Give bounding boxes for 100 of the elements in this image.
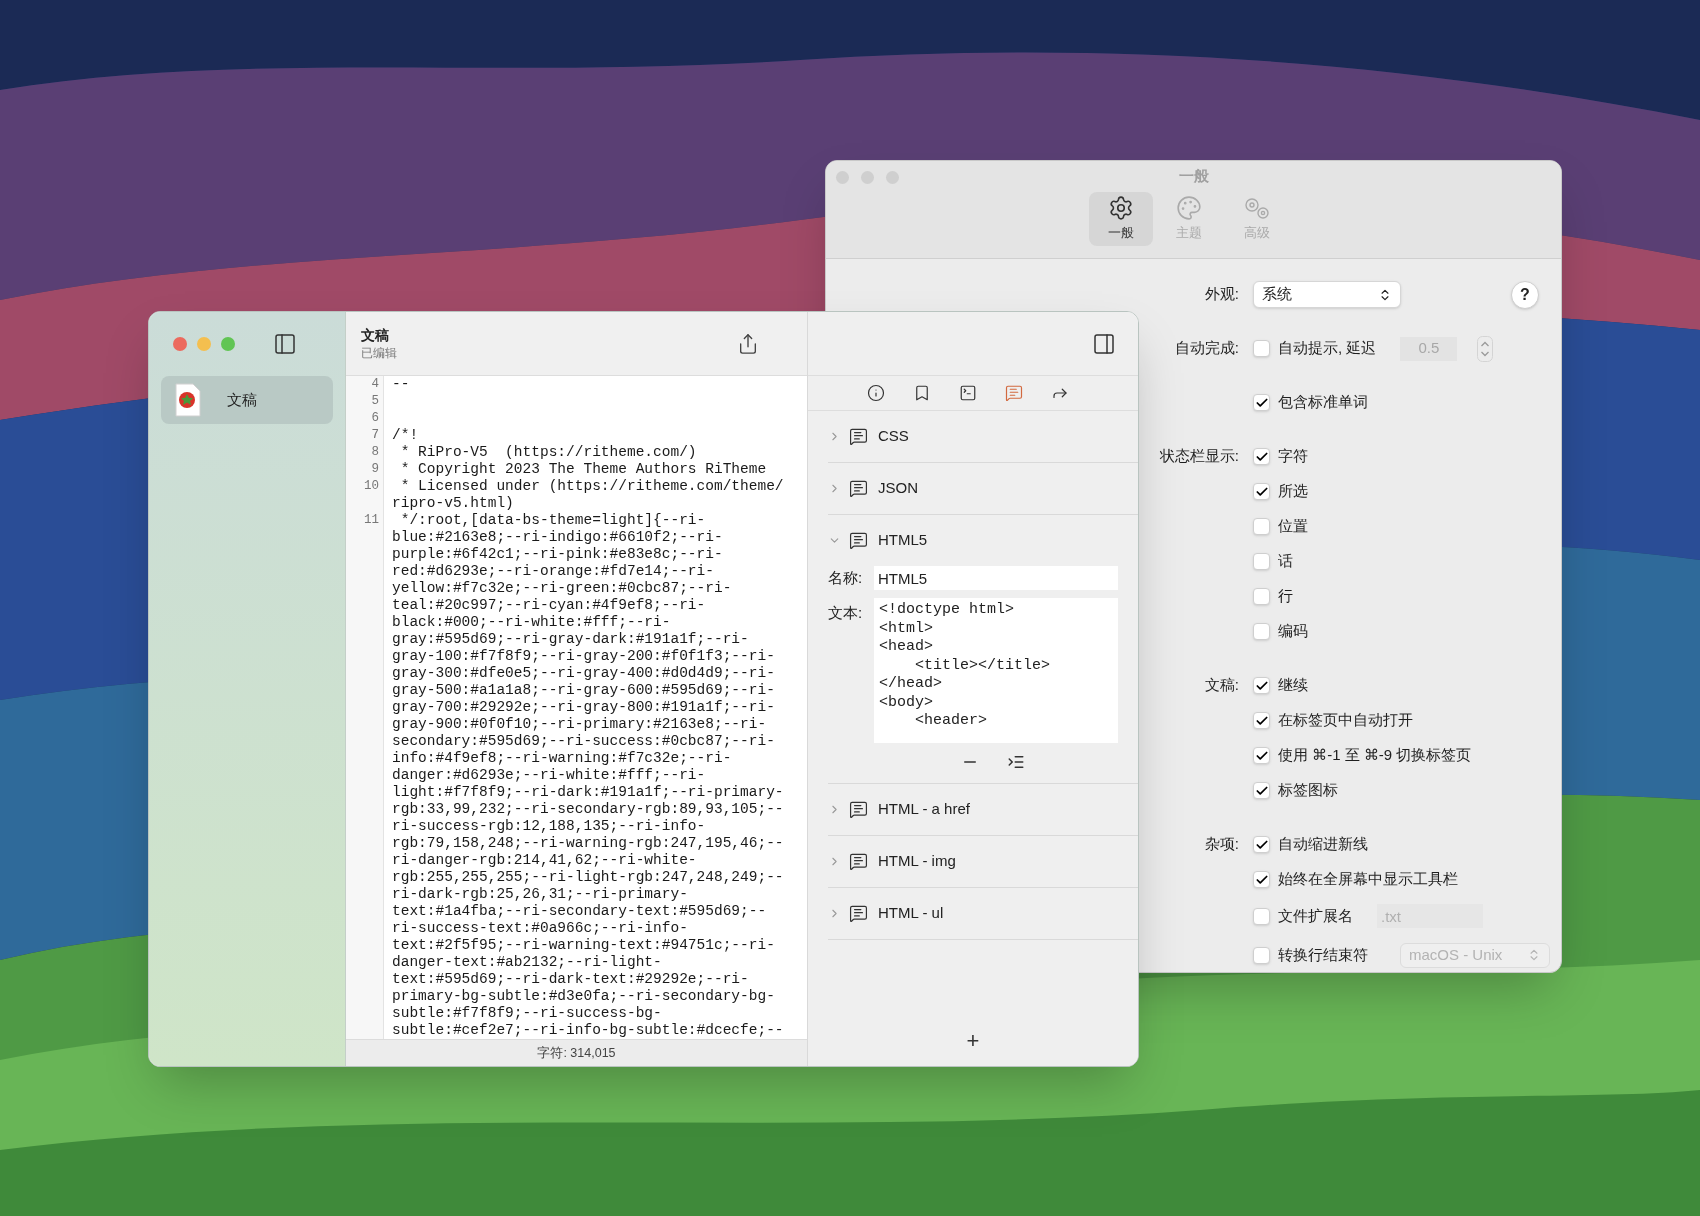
code-line: gray-100:#f7f8f9;--ri-gray-200:#f0f1f3;--ri-	[392, 648, 775, 665]
snippet-row[interactable]: HTML - a href	[828, 784, 1138, 835]
checkbox-label: 标签图标	[1278, 780, 1338, 801]
code-line: gray-700:#29292e;--ri-gray-800:#191a1f;--ri-	[392, 699, 775, 716]
code-line: rgb:33,99,232;--ri-secondary-rgb:89,93,105;--	[392, 801, 784, 818]
checkbox[interactable]	[1253, 782, 1270, 799]
sidebar-item[interactable]: 文稿	[161, 376, 333, 424]
code-line: * RiPro-V5 (https://ritheme.com/)	[399, 444, 697, 461]
code-line: ripro-v5.html)	[392, 495, 514, 512]
code-line: * Licensed under (https://ritheme.com/theme/	[399, 478, 784, 495]
checkbox[interactable]	[1253, 712, 1270, 729]
checkbox-label: 编码	[1278, 621, 1308, 642]
speech-bubble-icon	[1005, 384, 1023, 402]
code-line: --	[392, 376, 410, 393]
setting-label: 自动完成:	[1174, 338, 1239, 359]
terminal-icon	[959, 384, 977, 402]
palette-icon	[1175, 194, 1202, 221]
snippet-row[interactable]: HTML - ul	[828, 888, 1138, 939]
code-line: gray-900:#0f0f10;--ri-primary:#2163e8;--ri-	[392, 716, 767, 733]
indent-icon[interactable]	[1007, 753, 1025, 771]
speech-bubble-icon	[849, 852, 868, 871]
checkbox-label: 转换行结束符	[1278, 944, 1368, 965]
checkbox-label: 使用 ⌘-1 至 ⌘-9 切换标签页	[1278, 745, 1472, 766]
share-icon[interactable]	[737, 332, 759, 355]
code-line: teal:#20c997;--ri-cyan:#4f9ef8;--ri-	[392, 597, 706, 614]
text-label: 文本:	[828, 603, 864, 623]
line-number: 4	[371, 377, 379, 391]
checkbox[interactable]	[1253, 946, 1270, 964]
code-line: yellow:#f7c32e;--ri-green:#0cbc87;--ri-	[392, 580, 732, 597]
line-number: 9	[371, 462, 379, 476]
checkbox-label: 话	[1278, 551, 1293, 572]
checkbox[interactable]	[1253, 483, 1270, 500]
window-title: 一般	[1178, 166, 1209, 186]
code-line: danger-text:#ab2132;--ri-light-	[392, 954, 662, 971]
code-line: ri-danger-rgb:214,41,62;--ri-white-	[392, 852, 697, 869]
checkbox[interactable]	[1253, 394, 1270, 411]
sidebar-toggle-icon[interactable]	[273, 332, 297, 356]
code-line: rgb:79,158,248;--ri-warning-rgb:247,195,46;--	[392, 835, 784, 852]
code-line: gray-300:#dfe0e5;--ri-gray-400:#d0d4d9;--ri-	[392, 665, 775, 682]
checkbox-label: 自动缩进新线	[1278, 834, 1368, 855]
checkbox[interactable]	[1253, 747, 1270, 764]
info-icon	[867, 384, 885, 402]
name-label: 名称:	[828, 567, 864, 588]
code-line: gray-500:#a1a1a8;--ri-gray-600:#595d69;--ri-	[392, 682, 775, 699]
checkbox[interactable]	[1253, 340, 1270, 357]
code-line: * Copyright 2023 The Theme Authors RiTheme	[399, 461, 767, 478]
bookmark-icon	[913, 384, 931, 402]
character-count: 字符: 314,015	[537, 1044, 616, 1062]
code-line: gray:#595d69;--ri-gray-dark:#191a1f;--ri-	[392, 631, 749, 648]
add-button[interactable]: +	[966, 1030, 980, 1052]
code-line: secondary:#595d69;--ri-success:#0cbc87;--ri-	[392, 733, 775, 750]
setting-label: 状态栏显示:	[1159, 446, 1239, 467]
document-title: 文稿	[361, 325, 390, 344]
code-line: text:#595d69;--ri-dark-text:#29292e;--ri-	[392, 971, 749, 988]
line-number: 7	[371, 428, 379, 442]
code-line: subtle:#f7f8f9;--ri-success-bg-	[392, 1005, 662, 1022]
code-line: blue:#2163e8;--ri-indigo:#6610f2;--ri-	[392, 529, 723, 546]
code-line: /*!	[392, 427, 419, 444]
document-icon	[175, 383, 201, 417]
code-line: */:root,[data-bs-theme=light]{--ri-	[399, 512, 706, 529]
code-line: text:#1a4fba;--ri-secondary-text:#595d69;--	[392, 903, 767, 920]
code-line: light:#f7f8f9;--ri-dark:#191a1f;--ri-primary-	[392, 784, 784, 801]
checkbox[interactable]	[1253, 871, 1270, 888]
appearance-popup[interactable]: 系统	[1253, 281, 1401, 308]
checkbox-label: 始终在全屏幕中显示工具栏	[1278, 869, 1458, 890]
name-field[interactable]: HTML5	[874, 566, 1118, 590]
snippet-row[interactable]: CSS	[828, 411, 1138, 462]
speech-bubble-icon	[849, 427, 868, 446]
inspector-toggle-icon[interactable]	[1092, 331, 1116, 356]
checkbox[interactable]	[1253, 623, 1270, 640]
snippet-text-area[interactable]: <!doctype html> <html> <head> <title></title> </head> <body> <header>	[874, 598, 1118, 743]
checkbox[interactable]	[1253, 518, 1270, 535]
speech-bubble-icon	[849, 479, 868, 498]
checkbox[interactable]	[1253, 553, 1270, 570]
code-line: info:#4f9ef8;--ri-warning:#f7c32e;--ri-	[392, 750, 732, 767]
help-button[interactable]: ?	[1511, 281, 1539, 309]
speech-bubble-icon	[849, 531, 868, 550]
checkbox[interactable]	[1253, 907, 1270, 925]
code-line: purple:#6f42c1;--ri-pink:#e83e8c;--ri-	[392, 546, 723, 563]
code-line: primary-bg-subtle:#d3e0fa;--ri-secondary-bg-	[392, 988, 775, 1005]
setting-label: 杂项:	[1204, 834, 1239, 855]
snippet-row[interactable]: HTML5	[828, 515, 1138, 566]
checkbox[interactable]	[1253, 448, 1270, 465]
checkbox-label: 包含标准单词	[1278, 392, 1368, 413]
checkbox[interactable]	[1253, 677, 1270, 694]
checkbox-label: 字符	[1278, 446, 1308, 467]
code-line: text:#2f5f95;--ri-warning-text:#94751c;--ri-	[392, 937, 775, 954]
code-line: red:#d6293e;--ri-orange:#fd7e14;--ri-	[392, 563, 714, 580]
checkbox[interactable]	[1253, 588, 1270, 605]
code-line: ri-success-text:#0a966c;--ri-info-	[392, 920, 688, 937]
setting-label: 文稿:	[1204, 675, 1239, 696]
checkbox[interactable]	[1253, 836, 1270, 853]
code-line: ri-dark-rgb:25,26,31;--ri-primary-	[392, 886, 688, 903]
checkbox-label: 在标签页中自动打开	[1278, 710, 1413, 731]
snippet-row[interactable]: JSON	[828, 463, 1138, 514]
toolbar-tab[interactable]: 一般	[1088, 191, 1153, 246]
code-line: danger:#d6293e;--ri-white:#fff;--ri-	[392, 767, 706, 784]
checkbox-label: 继续	[1278, 675, 1308, 696]
checkbox-label: 所选	[1278, 481, 1308, 502]
snippet-row[interactable]: HTML - img	[828, 836, 1138, 887]
